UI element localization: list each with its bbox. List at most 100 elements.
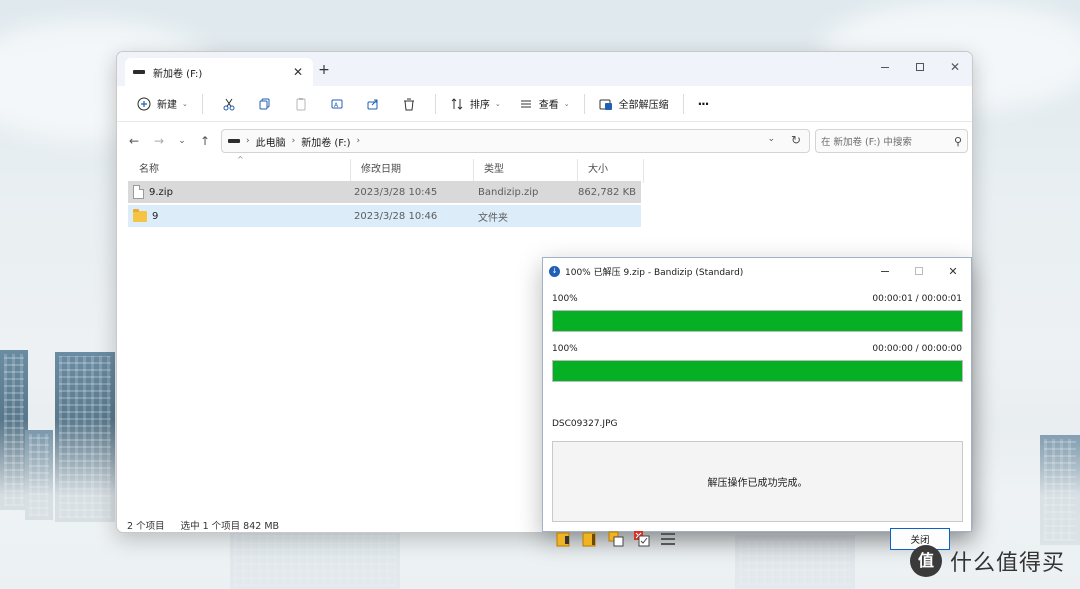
chevron-right-icon: ›	[356, 136, 361, 146]
address-dropdown-icon[interactable]: ⌄	[767, 134, 775, 144]
arrow-right-icon: →	[153, 134, 165, 148]
extract-all-button[interactable]: 全部解压缩	[593, 91, 675, 117]
breadcrumb-this-pc[interactable]: 此电脑	[256, 134, 286, 149]
bandizip-minimize-button[interactable]	[873, 262, 897, 280]
window-copy-icon[interactable]	[607, 530, 625, 548]
progress-fill-total	[553, 311, 962, 331]
close-icon: ✕	[949, 60, 961, 74]
explorer-titlebar: 新加卷 (F:) ✕ + ✕	[117, 52, 972, 86]
close-on-complete-icon[interactable]	[633, 530, 651, 548]
file-type: 文件夹	[478, 212, 508, 224]
progress-total-time: 00:00:01 / 00:00:01	[872, 294, 962, 304]
column-header-type[interactable]: 类型	[474, 159, 578, 183]
arrow-up-icon: ↑	[199, 134, 211, 148]
trash-icon	[403, 98, 414, 110]
divider	[682, 93, 684, 114]
close-icon: ✕	[948, 264, 958, 278]
file-name: 9.zip	[149, 186, 173, 198]
view-button[interactable]: 查看 ⌄	[513, 91, 576, 117]
progress-bar-total	[552, 310, 963, 332]
watermark-logo: 值	[910, 545, 942, 577]
tab-label: 新加卷 (F:)	[153, 68, 203, 80]
status-bar: 2 个项目 选中 1 个项目 842 MB	[127, 518, 279, 532]
zip-file-icon	[133, 185, 144, 199]
current-file-name: DSC09327.JPG	[552, 419, 618, 429]
watermark: 值 什么值得买	[910, 545, 1065, 577]
bandizip-maximize-button	[907, 262, 931, 280]
progress-fill-file	[553, 361, 962, 381]
status-message: 解压操作已成功完成。	[707, 478, 808, 489]
tab-drive-f[interactable]: 新加卷 (F:) ✕	[125, 58, 313, 86]
new-label: 新建	[157, 100, 177, 111]
share-icon	[367, 99, 378, 109]
progress-file-percent: 100%	[552, 344, 578, 354]
progress-bar-file	[552, 360, 963, 382]
search-icon: ⚲	[953, 134, 963, 148]
file-row[interactable]: 9.zip 2023/3/28 10:45 Bandizip.zip 862,7…	[128, 181, 641, 203]
item-count: 2 个项目	[127, 521, 165, 532]
chevron-down-icon: ⌄	[563, 99, 570, 108]
cut-button[interactable]	[211, 91, 247, 117]
new-tab-button[interactable]: +	[317, 62, 331, 78]
file-row[interactable]: 9 2023/3/28 10:46 文件夹	[128, 205, 641, 227]
search-box[interactable]: 在 新加卷 (F:) 中搜索 ⚲	[815, 129, 968, 153]
refresh-icon[interactable]: ↻	[791, 133, 801, 147]
copy-button[interactable]	[247, 91, 283, 117]
bandizip-title: 100% 已解压 9.zip - Bandizip (Standard)	[565, 267, 744, 278]
progress-file-time: 00:00:00 / 00:00:00	[872, 344, 962, 354]
bandizip-close-window-button[interactable]: ✕	[941, 262, 965, 280]
folder-icon	[133, 208, 147, 222]
minimize-button[interactable]	[865, 56, 905, 78]
watermark-text: 什么值得买	[950, 551, 1066, 576]
chevron-right-icon: ›	[246, 136, 250, 146]
file-name-cell: 9.zip	[128, 185, 348, 199]
divider	[434, 93, 436, 114]
paste-button[interactable]	[283, 91, 319, 117]
breadcrumb-drive-f[interactable]: 新加卷 (F:)	[301, 134, 350, 149]
recent-locations-button[interactable]: ⌄	[171, 130, 193, 152]
column-header-date[interactable]: 修改日期	[351, 159, 474, 183]
menu-icon[interactable]	[659, 530, 677, 548]
sort-label: 排序	[469, 100, 490, 111]
bandizip-body: 100% 00:00:01 / 00:00:01 100% 00:00:00 /…	[543, 284, 971, 550]
maximize-icon	[915, 267, 923, 275]
open-extracted-folder-icon[interactable]	[581, 530, 599, 548]
arrow-left-icon: ←	[128, 134, 140, 148]
tab-close-icon[interactable]: ✕	[291, 65, 305, 79]
share-button[interactable]	[355, 91, 391, 117]
minimize-icon	[881, 66, 889, 68]
search-placeholder: 在 新加卷 (F:) 中搜索	[821, 137, 912, 148]
bandizip-dialog: ↓ 100% 已解压 9.zip - Bandizip (Standard) ✕…	[542, 257, 972, 550]
column-header-size[interactable]: 大小	[578, 159, 644, 183]
new-button[interactable]: 新建 ⌄	[131, 91, 194, 117]
rename-icon: A	[331, 99, 343, 109]
divider	[201, 93, 203, 114]
maximize-icon	[916, 63, 924, 71]
forward-button[interactable]: →	[148, 130, 170, 152]
address-bar[interactable]: › 此电脑 › 新加卷 (F:) › ⌄ ↻	[221, 129, 810, 153]
command-bar: 新建 ⌄ A 排序 ⌄ 查看 ⌄ 全部解压缩 ···	[117, 86, 972, 122]
file-size: 862,782 KB	[578, 186, 636, 198]
rename-button[interactable]: A	[319, 91, 355, 117]
clipboard-icon	[296, 97, 306, 110]
sort-button[interactable]: 排序 ⌄	[444, 91, 507, 117]
more-options-button[interactable]: ···	[692, 91, 715, 117]
close-window-button[interactable]: ✕	[935, 56, 972, 78]
up-button[interactable]: ↑	[194, 130, 216, 152]
copy-icon	[259, 98, 270, 109]
delete-button[interactable]	[391, 91, 427, 117]
back-button[interactable]: ←	[123, 130, 145, 152]
file-date: 2023/3/28 10:45	[354, 186, 438, 198]
chevron-down-icon: ⌄	[182, 99, 188, 108]
drive-icon	[133, 70, 145, 74]
extract-all-label: 全部解压缩	[618, 100, 669, 111]
drive-icon	[228, 139, 240, 143]
bandizip-logo-icon: ↓	[549, 265, 560, 277]
column-headers: 名称 修改日期 类型 大小	[129, 159, 644, 183]
file-type: Bandizip.zip	[478, 186, 539, 198]
column-header-name[interactable]: 名称	[129, 159, 351, 183]
view-list-icon	[520, 100, 531, 107]
maximize-button[interactable]	[900, 56, 940, 78]
open-folder-icon[interactable]	[555, 530, 573, 548]
view-label: 查看	[538, 100, 559, 111]
